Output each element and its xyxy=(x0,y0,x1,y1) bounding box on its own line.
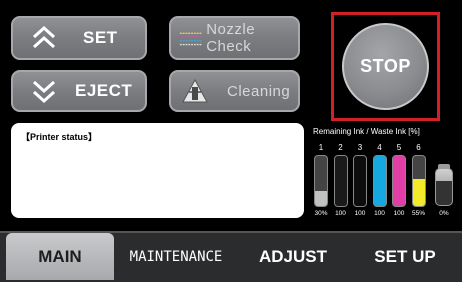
tab-main-label: MAIN xyxy=(38,246,82,266)
tab-set-up-label: SET UP xyxy=(374,246,436,266)
nozzle-check-label: Nozzle Check xyxy=(206,21,256,55)
set-button[interactable]: SET xyxy=(11,16,147,60)
printer-status-panel: 【Printer status】 xyxy=(11,123,304,218)
ink-fill-5 xyxy=(393,156,405,206)
eject-button-label: EJECT xyxy=(75,81,133,100)
waste-ink-percent: 0% xyxy=(439,210,449,217)
printer-status-label: 【Printer status】 xyxy=(21,132,98,142)
nozzle-check-button[interactable]: Nozzle Check xyxy=(169,16,300,60)
ink-percent-1: 30% xyxy=(314,210,328,217)
ink-fill-1 xyxy=(315,191,327,206)
nozzle-pattern-icon xyxy=(179,32,203,46)
ink-cartridge-2 xyxy=(333,155,348,207)
tab-set-up[interactable]: SET UP xyxy=(351,233,459,280)
stop-highlight-frame: STOP xyxy=(331,12,440,121)
tab-maintenance-label: MAINTENANCE xyxy=(129,248,223,265)
ink-number-4: 4 xyxy=(377,143,382,152)
ink-percent-5: 100 xyxy=(393,210,405,217)
double-chevron-up-icon xyxy=(32,25,56,49)
stop-button[interactable]: STOP xyxy=(342,23,429,110)
tab-bar: MAIN MAINTENANCE ADJUST SET UP xyxy=(0,231,462,282)
ink-levels-title: Remaining Ink / Waste Ink [%] xyxy=(313,127,420,136)
ink-percent-6: 55% xyxy=(411,210,425,217)
cleaning-label: Cleaning xyxy=(227,82,291,100)
ink-fill-2 xyxy=(334,156,347,206)
ink-number-1: 1 xyxy=(318,143,324,152)
waste-ink-bottle xyxy=(435,168,453,206)
waste-ink-bottle-top xyxy=(436,169,452,181)
ink-number-2: 2 xyxy=(338,143,343,152)
tab-main[interactable]: MAIN xyxy=(6,233,114,280)
ink-number-3: 3 xyxy=(357,143,363,152)
double-chevron-down-icon xyxy=(32,80,56,104)
ink-cartridge-4 xyxy=(372,155,387,207)
ink-cartridge-5 xyxy=(392,155,406,207)
ink-cartridge-3 xyxy=(353,155,367,207)
cleaning-head-icon xyxy=(182,78,208,103)
ink-fill-6 xyxy=(412,178,425,206)
ink-cartridge-6 xyxy=(411,155,426,207)
ink-percent-4: 100 xyxy=(374,210,385,217)
ink-fill-3 xyxy=(354,156,366,206)
ink-percent-3: 100 xyxy=(354,210,366,217)
tab-adjust[interactable]: ADJUST xyxy=(238,233,348,280)
eject-button[interactable]: EJECT xyxy=(11,70,147,112)
ink-cartridge-1 xyxy=(314,155,328,207)
ink-fill-4 xyxy=(373,156,386,206)
ink-number-5: 5 xyxy=(396,143,402,152)
stop-button-label: STOP xyxy=(360,56,411,76)
tab-maintenance[interactable]: MAINTENANCE xyxy=(117,233,235,280)
cleaning-button[interactable]: Cleaning xyxy=(169,70,300,112)
ink-percent-2: 100 xyxy=(335,210,346,217)
ink-number-6: 6 xyxy=(416,143,421,152)
tab-adjust-label: ADJUST xyxy=(258,246,327,266)
set-button-label: SET xyxy=(83,28,118,47)
